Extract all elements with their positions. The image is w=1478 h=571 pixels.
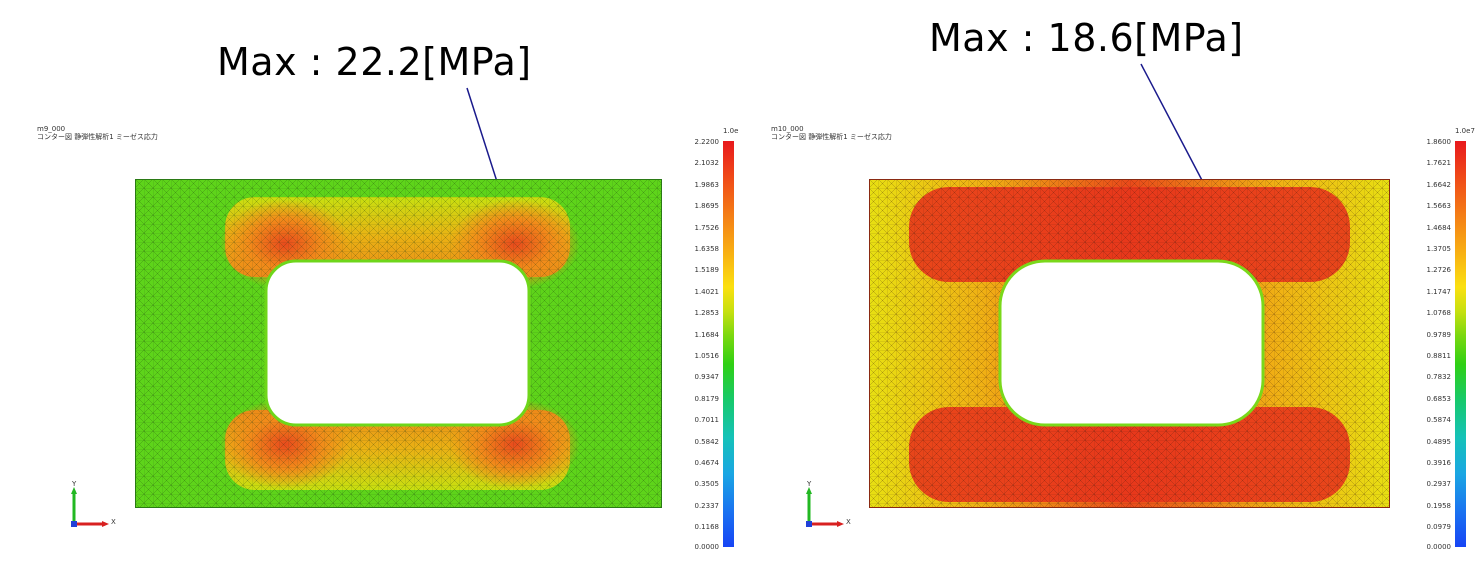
contour-plot xyxy=(135,179,662,508)
legend-tick: 1.8695 xyxy=(694,202,720,210)
legend-tick: 1.0516 xyxy=(694,352,720,360)
legend-tick: 1.3705 xyxy=(1426,245,1452,253)
legend-tick: 1.4684 xyxy=(1426,224,1452,232)
legend-tick: 0.3505 xyxy=(694,480,720,488)
legend-unit: 1.0e xyxy=(723,127,739,135)
axis-x-label: X xyxy=(846,518,851,526)
legend-tick: 1.1747 xyxy=(1426,288,1452,296)
legend-tick: 0.1958 xyxy=(1426,502,1452,510)
model-name: m10_000 xyxy=(771,125,804,133)
legend-tick: 2.1032 xyxy=(694,159,720,167)
legend-tick: 1.8600 xyxy=(1426,138,1452,146)
legend-tick: 0.5842 xyxy=(694,438,720,446)
legend-tick: 1.0768 xyxy=(1426,309,1452,317)
legend-tick: 1.2853 xyxy=(694,309,720,317)
color-scale-bar xyxy=(723,141,734,547)
legend-tick: 0.0000 xyxy=(1426,543,1452,551)
max-stress-label: Max : 22.2[MPa] xyxy=(217,40,532,84)
legend-tick: 0.2937 xyxy=(1426,480,1452,488)
legend-tick: 1.5189 xyxy=(694,266,720,274)
legend-tick: 0.2337 xyxy=(694,502,720,510)
legend-tick: 1.6642 xyxy=(1426,181,1452,189)
legend-tick: 1.6358 xyxy=(694,245,720,253)
axis-y-label: Y xyxy=(807,480,812,488)
legend-tick: 1.1684 xyxy=(694,331,720,339)
axis-x-label: X xyxy=(111,518,116,526)
axis-y-label: Y xyxy=(72,480,77,488)
legend-tick: 0.7832 xyxy=(1426,373,1452,381)
legend-tick: 0.8811 xyxy=(1426,352,1452,360)
legend-tick: 2.2200 xyxy=(694,138,720,146)
legend-tick: 0.1168 xyxy=(694,523,720,531)
legend-tick: 0.0000 xyxy=(694,543,720,551)
legend-tick: 1.2726 xyxy=(1426,266,1452,274)
legend-tick: 1.9863 xyxy=(694,181,720,189)
legend-tick: 0.6853 xyxy=(1426,395,1452,403)
legend-tick: 0.3916 xyxy=(1426,459,1452,467)
legend-tick: 1.4021 xyxy=(694,288,720,296)
legend-tick: 1.7526 xyxy=(694,224,720,232)
contour-plot xyxy=(869,179,1390,508)
color-scale-bar xyxy=(1455,141,1466,547)
max-stress-label: Max : 18.6[MPa] xyxy=(929,16,1244,60)
legend-tick: 1.5663 xyxy=(1426,202,1452,210)
legend-tick: 0.9789 xyxy=(1426,331,1452,339)
legend-tick: 0.0979 xyxy=(1426,523,1452,531)
legend-tick: 0.5874 xyxy=(1426,416,1452,424)
legend-unit: 1.0e7 xyxy=(1455,127,1475,135)
legend-tick: 0.4895 xyxy=(1426,438,1452,446)
plot-title: コンター図 静弾性解析1 ミーゼス応力 xyxy=(771,133,892,141)
plot-title: コンター図 静弾性解析1 ミーゼス応力 xyxy=(37,133,158,141)
legend-tick: 0.8179 xyxy=(694,395,720,403)
contour-panel-right: Max : 18.6[MPa] m10_000 コンター図 静弾性解析1 ミーゼ… xyxy=(739,0,1478,571)
model-name: m9_000 xyxy=(37,125,66,133)
legend-tick: 0.7011 xyxy=(694,416,720,424)
legend-tick: 1.7621 xyxy=(1426,159,1452,167)
contour-panel-left: Max : 22.2[MPa] m9_000 コンター図 静弾性解析1 ミーゼス… xyxy=(0,0,739,571)
legend-tick: 0.4674 xyxy=(694,459,720,467)
legend-tick: 0.9347 xyxy=(694,373,720,381)
